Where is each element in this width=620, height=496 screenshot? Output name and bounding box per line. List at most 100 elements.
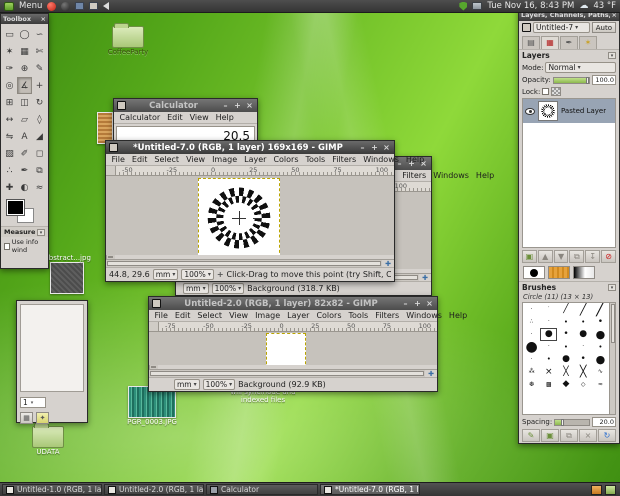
brush-item[interactable]: ● xyxy=(592,328,609,341)
menu-item[interactable]: View xyxy=(226,311,252,320)
toolbox-tool[interactable]: ▦ xyxy=(17,43,32,60)
taskbar-item[interactable]: Untitled-1.0 (RGB, 1 la... xyxy=(2,484,102,495)
brush-item[interactable]: ╱ xyxy=(592,303,609,316)
canvas[interactable] xyxy=(106,176,394,255)
brush-item[interactable]: ◆ xyxy=(557,378,574,391)
toolbox-tool[interactable]: ≈ xyxy=(32,179,47,196)
toolbox-tool[interactable]: ⧉ xyxy=(32,162,47,179)
active-pattern-swatch[interactable] xyxy=(548,266,570,279)
dock-tab[interactable]: ▤ xyxy=(522,36,540,49)
toolbox-tool[interactable]: ↔ xyxy=(2,111,17,128)
toolbox-tool[interactable]: ◎ xyxy=(2,77,17,94)
menu-item[interactable]: Help xyxy=(472,171,497,180)
brush-item[interactable]: ╳ xyxy=(575,366,592,379)
minimize-button[interactable]: – xyxy=(221,100,230,111)
maximize-button[interactable]: + xyxy=(413,298,422,309)
toolbox-tool[interactable]: ◢ xyxy=(32,128,47,145)
brush-item[interactable]: ˙ xyxy=(540,303,557,316)
menu-item[interactable]: View xyxy=(186,113,212,122)
brush-item[interactable]: • xyxy=(592,341,609,354)
layer-op-button[interactable]: ▲ xyxy=(538,250,553,263)
title-bar[interactable]: *Untitled-7.0 (RGB, 1 layer) 169x169 - G… xyxy=(106,141,394,154)
brush-item[interactable]: · xyxy=(575,341,592,354)
brush-op-button[interactable]: ✎ xyxy=(522,429,540,442)
checkbox[interactable] xyxy=(4,243,10,250)
menu-item[interactable]: Calculator xyxy=(116,113,164,122)
brush-item[interactable]: · xyxy=(540,316,557,329)
menu-item[interactable]: File xyxy=(151,311,171,320)
desktop-icon-abstract[interactable]: Abstract...jpg xyxy=(44,254,90,294)
desktop-icon-pgr[interactable]: PGR_0003.JPG xyxy=(124,386,180,426)
layer-row-selected[interactable]: Pasted Layer xyxy=(523,99,615,123)
window-list-icon[interactable] xyxy=(75,2,84,10)
toolbox-tool[interactable]: ◻ xyxy=(32,145,47,162)
brush-item[interactable]: ≈ xyxy=(592,378,609,391)
unit-select[interactable]: mm xyxy=(174,379,200,390)
title-bar[interactable]: Untitled-2.0 (RGB, 1 layer) 82x82 - GIMP… xyxy=(149,297,437,310)
brush-item[interactable]: ▩ xyxy=(540,378,557,391)
title-bar[interactable]: Toolbox × xyxy=(1,14,48,24)
menu-item[interactable]: Layer xyxy=(284,311,313,320)
close-button[interactable]: × xyxy=(382,142,391,153)
weather-temp[interactable]: 43 °F xyxy=(593,1,616,11)
brush-item[interactable]: • xyxy=(592,316,609,329)
minimize-button[interactable]: – xyxy=(401,298,410,309)
brush-item[interactable]: ● xyxy=(523,341,540,354)
gimp-window-untitled7[interactable]: *Untitled-7.0 (RGB, 1 layer) 169x169 - G… xyxy=(105,140,395,282)
brush-item[interactable]: · xyxy=(523,303,540,316)
menu-item[interactable]: Help xyxy=(212,113,237,122)
opacity-slider[interactable] xyxy=(553,77,590,84)
layer-op-button[interactable]: ▼ xyxy=(554,250,569,263)
close-button[interactable]: × xyxy=(245,100,254,111)
use-info-window-option[interactable]: Use info wind xyxy=(1,237,48,255)
menu-item[interactable]: Edit xyxy=(164,113,187,122)
lock-checkbox[interactable] xyxy=(542,88,549,95)
toolbox-tool[interactable]: ⇋ xyxy=(2,128,17,145)
toolbox-tool[interactable]: ∽ xyxy=(32,26,47,43)
navigation-cross-icon[interactable]: ✚ xyxy=(425,369,437,377)
menu-item[interactable]: Colors xyxy=(270,155,302,164)
minimize-button[interactable]: – xyxy=(358,142,367,153)
menu-item[interactable]: Image xyxy=(252,311,284,320)
brush-item[interactable]: ╳ xyxy=(557,366,574,379)
foreground-color-swatch[interactable] xyxy=(7,200,24,215)
volume-icon[interactable] xyxy=(103,2,109,10)
brush-scrollbar[interactable] xyxy=(610,302,616,415)
toolbox-tool[interactable]: + xyxy=(32,77,47,94)
layer-op-button[interactable]: ▣ xyxy=(522,250,537,263)
navigation-cross-icon[interactable]: ✚ xyxy=(382,259,394,267)
gimp-window-untitled2[interactable]: Untitled-2.0 (RGB, 1 layer) 82x82 - GIMP… xyxy=(148,296,438,392)
navigation-cross-icon[interactable]: ✚ xyxy=(419,273,431,281)
toolbox-tool[interactable]: ✄ xyxy=(32,43,47,60)
horizontal-scrollbar[interactable] xyxy=(106,259,382,267)
distro-menu-icon[interactable] xyxy=(4,2,14,11)
spacing-value[interactable]: 20.0 xyxy=(592,417,616,427)
brush-item[interactable]: • xyxy=(557,316,574,329)
maximize-button[interactable]: + xyxy=(233,100,242,111)
toolbox-tool[interactable]: ▭ xyxy=(2,26,17,43)
toolbox-tool[interactable]: ◫ xyxy=(17,94,32,111)
toolbox-tool[interactable]: ◯ xyxy=(17,26,32,43)
toolbox-tool[interactable]: ∡ xyxy=(17,77,32,94)
brush-op-button[interactable]: × xyxy=(579,429,597,442)
tab-menu-icon[interactable]: ▾ xyxy=(608,52,616,59)
brush-item[interactable]: ◇ xyxy=(575,378,592,391)
visibility-eye-icon[interactable] xyxy=(525,108,535,115)
maximize-button[interactable]: + xyxy=(370,142,379,153)
gimp-toolbox-window[interactable]: Toolbox × ▭◯∽✶▦✄✑⊕✎◎∡+⊞◫↻↔▱◊⇋A◢▨✐◻∴✒⧉✚◐≈… xyxy=(0,13,49,269)
ruler-corner[interactable] xyxy=(106,166,116,176)
menu-item[interactable]: Tools xyxy=(302,155,329,164)
menu-item[interactable]: Filters xyxy=(399,171,430,180)
tool-options-header[interactable]: Measure ▾ xyxy=(1,226,48,237)
horizontal-scrollbar[interactable] xyxy=(149,369,425,377)
taskbar-item[interactable]: Calculator xyxy=(206,484,318,495)
brush-item[interactable]: • xyxy=(540,353,557,366)
menu-item[interactable]: Windows xyxy=(360,155,403,164)
zoom-select[interactable]: 100% xyxy=(212,283,244,294)
keyboard-icon[interactable] xyxy=(89,2,98,10)
toolbox-tool[interactable]: ⊕ xyxy=(17,60,32,77)
brush-item[interactable]: ∴ xyxy=(523,316,540,329)
menu-item[interactable]: Help xyxy=(402,155,427,164)
image-select[interactable]: Untitled-7 xyxy=(533,22,590,33)
options-button-2[interactable]: ✦ xyxy=(36,412,49,424)
